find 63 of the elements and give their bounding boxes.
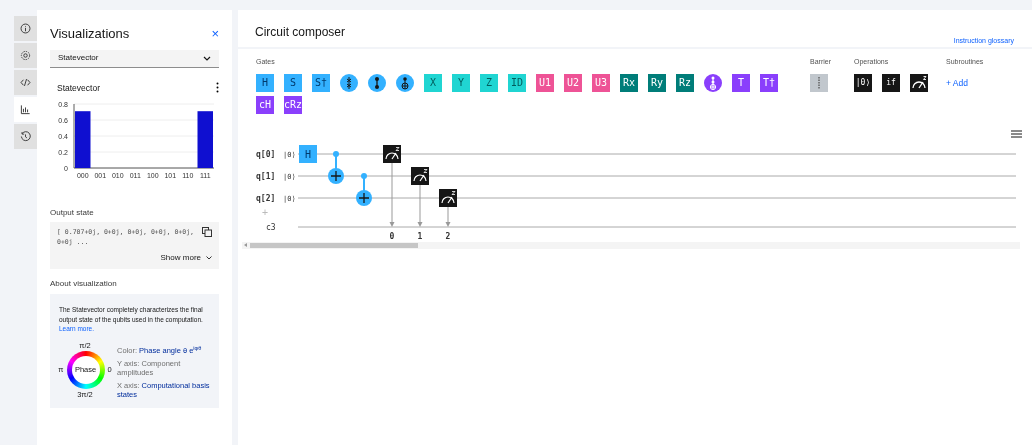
gate-button[interactable]: X [424, 73, 442, 92]
add-subroutine-button[interactable]: + Add [946, 76, 984, 90]
gate-button[interactable]: Rx [620, 73, 638, 92]
operation-button[interactable]: if [882, 73, 900, 92]
gate-button[interactable]: Rz [676, 73, 694, 92]
overflow-menu-icon[interactable] [216, 82, 219, 94]
gate-button[interactable]: cH [256, 95, 274, 114]
chart-title: Statevector [57, 81, 100, 95]
operation-button[interactable]: |0⟩ [854, 73, 872, 92]
code-icon [20, 77, 31, 88]
sidebar-tab[interactable] [14, 70, 37, 95]
section-label: About visualization [50, 278, 118, 291]
chart-bar [197, 111, 213, 169]
chevron-down-icon [203, 55, 211, 61]
chevron-down-icon [206, 256, 212, 261]
barrier-icon[interactable] [810, 73, 828, 92]
gate-button[interactable]: S† [312, 73, 330, 92]
cnot-gate-icon[interactable] [396, 73, 414, 92]
measurement-gate[interactable]: 1 [411, 166, 429, 241]
show-more-button[interactable]: Show more [160, 252, 212, 265]
gate-button[interactable]: Z [480, 73, 498, 92]
history-icon [20, 131, 31, 142]
h-gate[interactable]: H [299, 144, 317, 163]
qubit-label: q[2] [256, 193, 276, 203]
gate-button[interactable]: ID [508, 73, 526, 92]
gate-button[interactable]: cRz [284, 95, 302, 114]
horizontal-scrollbar[interactable] [242, 241, 1020, 249]
visualization-dropdown[interactable]: Statevector [50, 49, 219, 68]
menu-icon[interactable] [1011, 129, 1022, 138]
controlled-z-gate-icon[interactable] [368, 73, 386, 92]
gate-button[interactable]: T† [760, 73, 778, 92]
gate-button[interactable]: T [732, 73, 750, 92]
measurement-gate[interactable]: 0 [383, 144, 401, 241]
section-label: Output state [50, 207, 95, 220]
panel-title: Visualizations [50, 25, 130, 43]
gate-button[interactable]: Ry [648, 73, 666, 92]
sidebar-tab[interactable] [14, 16, 37, 41]
copy-icon[interactable] [202, 227, 212, 238]
scroll-left-icon[interactable] [242, 242, 250, 248]
gate-button[interactable]: U2 [564, 73, 582, 92]
chart-bar [75, 111, 91, 169]
info-icon [20, 23, 31, 34]
gate-button[interactable]: U3 [592, 73, 610, 92]
qubit-label: q[1] [256, 171, 276, 181]
measurement-gate[interactable]: 2 [439, 188, 457, 241]
gate-button[interactable]: U1 [536, 73, 554, 92]
toffoli-gate-icon[interactable] [704, 73, 722, 92]
sidebar-tab[interactable] [14, 124, 37, 149]
gate-button[interactable]: Y [452, 73, 470, 92]
swap-gate-icon[interactable] [340, 73, 358, 92]
qubit-label: q[0] [256, 149, 276, 159]
composer-title: Circuit composer [255, 24, 346, 41]
gate-button[interactable]: H [256, 73, 274, 92]
cnot-gate[interactable] [356, 172, 372, 206]
sidebar-tab[interactable] [14, 43, 37, 68]
bar-chart-icon [20, 104, 31, 115]
measurement-icon [910, 73, 928, 92]
close-button[interactable]: × [211, 27, 219, 41]
cnot-gate[interactable] [328, 150, 344, 184]
settings-icon [20, 50, 31, 61]
classical-register-label: c3 [266, 222, 276, 232]
gate-button[interactable]: S [284, 73, 302, 92]
sidebar-tab[interactable] [14, 97, 37, 122]
